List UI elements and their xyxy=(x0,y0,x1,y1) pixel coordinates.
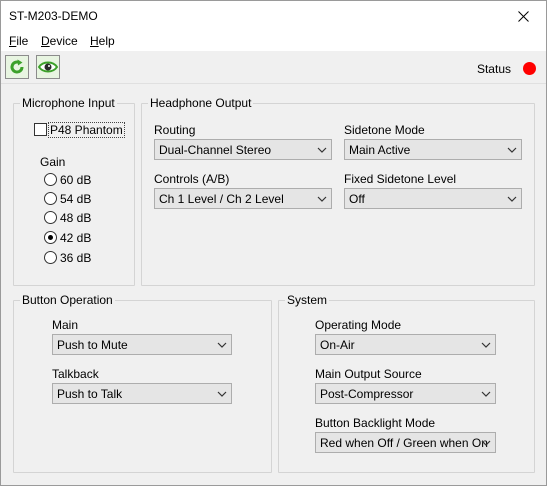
routing-value: Dual-Channel Stereo xyxy=(159,143,272,157)
close-icon xyxy=(517,10,529,22)
system-title: System xyxy=(285,293,330,307)
controls-label: Controls (A/B) xyxy=(154,172,230,186)
button-operation-title: Button Operation xyxy=(20,293,115,307)
microphone-input-title: Microphone Input xyxy=(20,96,117,110)
menu-help[interactable]: Help xyxy=(90,34,115,48)
controls-dropdown[interactable]: Ch 1 Level / Ch 2 Level xyxy=(154,188,332,209)
talkback-dropdown[interactable]: Push to Talk xyxy=(52,383,232,404)
headphone-output-group: Headphone Output Routing Dual-Channel St… xyxy=(141,96,535,286)
chevron-down-icon xyxy=(317,147,327,153)
status-label: Status xyxy=(476,62,511,76)
status-indicator xyxy=(523,62,536,75)
main-label: Main xyxy=(52,318,79,332)
gain-radio-54[interactable] xyxy=(44,192,57,205)
refresh-button[interactable] xyxy=(5,55,29,79)
close-button[interactable] xyxy=(500,1,546,31)
main-output-source-label: Main Output Source xyxy=(315,367,422,381)
main-output-source-value: Post-Compressor xyxy=(320,387,414,401)
app-window: ST-M203-DEMO File Device Help Status Mic… xyxy=(0,0,547,486)
gain-radio-60[interactable] xyxy=(44,173,57,186)
microphone-input-group: Microphone Input P48 Phantom Gain 60 dB … xyxy=(13,96,135,286)
main-value: Push to Mute xyxy=(57,338,128,352)
gain-option-36: 36 dB xyxy=(60,251,92,265)
chevron-down-icon xyxy=(481,391,491,397)
backlight-mode-dropdown[interactable]: Red when Off / Green when On xyxy=(315,432,496,453)
main-output-source-dropdown[interactable]: Post-Compressor xyxy=(315,383,496,404)
controls-value: Ch 1 Level / Ch 2 Level xyxy=(159,192,284,206)
backlight-mode-label: Button Backlight Mode xyxy=(315,416,436,430)
backlight-mode-value: Red when Off / Green when On xyxy=(320,436,488,450)
chevron-down-icon xyxy=(217,342,227,348)
gain-label: Gain xyxy=(40,155,66,169)
title-bar: ST-M203-DEMO xyxy=(1,1,546,31)
routing-dropdown[interactable]: Dual-Channel Stereo xyxy=(154,139,332,160)
menu-bar: File Device Help xyxy=(1,31,546,51)
fixed-sidetone-value: Off xyxy=(349,192,365,206)
window-title: ST-M203-DEMO xyxy=(9,9,98,23)
sidetone-mode-value: Main Active xyxy=(349,143,411,157)
chevron-down-icon xyxy=(317,196,327,202)
refresh-icon xyxy=(10,59,24,74)
gain-option-60: 60 dB xyxy=(60,173,92,187)
chevron-down-icon xyxy=(507,147,517,153)
chevron-down-icon xyxy=(217,391,227,397)
gain-radio-42[interactable] xyxy=(44,231,57,244)
chevron-down-icon xyxy=(507,196,517,202)
gain-radio-48[interactable] xyxy=(44,211,57,224)
sidetone-mode-dropdown[interactable]: Main Active xyxy=(344,139,522,160)
phantom-checkbox[interactable] xyxy=(34,123,47,136)
toolbar: Status xyxy=(1,51,546,84)
fixed-sidetone-dropdown[interactable]: Off xyxy=(344,188,522,209)
eye-icon xyxy=(38,61,58,73)
fixed-sidetone-label: Fixed Sidetone Level xyxy=(344,172,457,186)
system-group: System Operating Mode On-Air Main Output… xyxy=(278,293,535,473)
sidetone-mode-label: Sidetone Mode xyxy=(344,123,425,137)
chevron-down-icon xyxy=(481,342,491,348)
operating-mode-label: Operating Mode xyxy=(315,318,402,332)
headphone-output-title: Headphone Output xyxy=(148,96,254,110)
button-operation-group: Button Operation Main Push to Mute Talkb… xyxy=(13,293,272,473)
gain-option-54: 54 dB xyxy=(60,192,92,206)
gain-radio-36[interactable] xyxy=(44,251,57,264)
gain-option-42: 42 dB xyxy=(60,231,92,245)
operating-mode-value: On-Air xyxy=(320,338,355,352)
chevron-down-icon xyxy=(481,440,491,446)
main-dropdown[interactable]: Push to Mute xyxy=(52,334,232,355)
talkback-value: Push to Talk xyxy=(57,387,123,401)
menu-device[interactable]: Device xyxy=(41,34,78,48)
operating-mode-dropdown[interactable]: On-Air xyxy=(315,334,496,355)
talkback-label: Talkback xyxy=(52,367,99,381)
routing-label: Routing xyxy=(154,123,196,137)
view-button[interactable] xyxy=(36,55,60,79)
gain-option-48: 48 dB xyxy=(60,211,92,225)
menu-file[interactable]: File xyxy=(9,34,28,48)
phantom-label[interactable]: P48 Phantom xyxy=(48,122,125,138)
